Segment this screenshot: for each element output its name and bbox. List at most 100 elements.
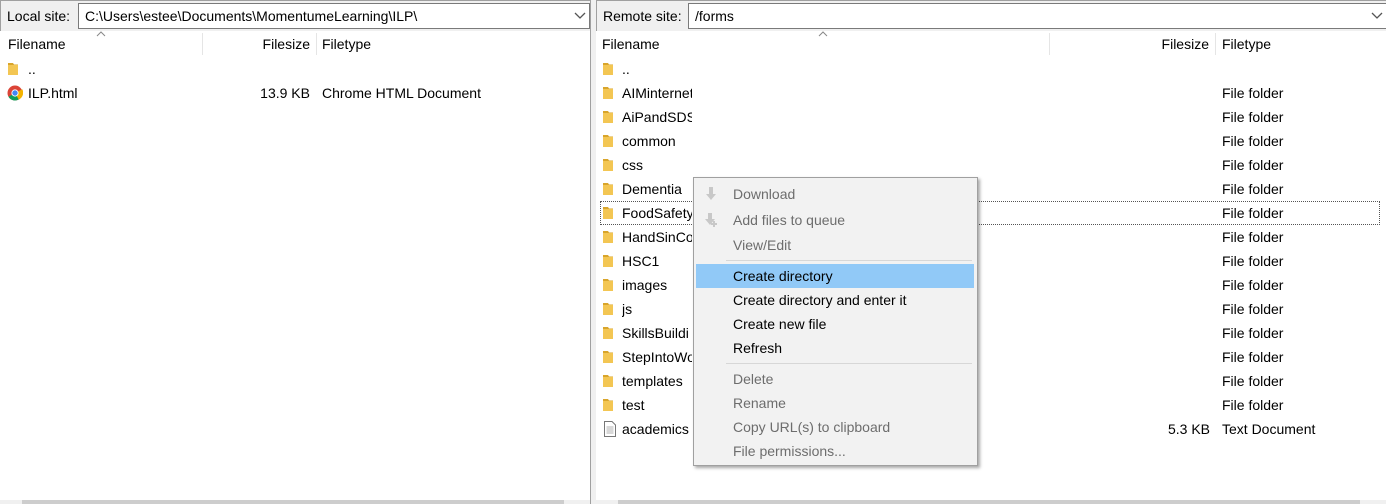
remote-col-filetype[interactable]: Filetype (1216, 31, 1384, 57)
local-horizontal-scrollbar[interactable] (0, 500, 590, 504)
file-size (1050, 105, 1210, 129)
file-size (1050, 81, 1210, 105)
file-size (1050, 321, 1210, 345)
menu-item-download[interactable]: Download (696, 182, 974, 206)
file-size (1050, 249, 1210, 273)
file-name: templates (622, 373, 683, 389)
local-path-text: C:\Users\estee\Documents\MomentumeLearni… (85, 8, 418, 24)
file-size (1050, 201, 1210, 225)
file-name: css (622, 157, 643, 173)
menu-item-create-new-file[interactable]: Create new file (696, 312, 974, 336)
menu-item-copy-url[interactable]: Copy URL(s) to clipboard (696, 415, 974, 439)
folder-icon (602, 229, 618, 245)
remote-col-filename[interactable]: Filename (596, 31, 1049, 57)
folder-icon (602, 373, 618, 389)
file-name: FoodSafety (622, 205, 692, 221)
context-menu: Download Add files to queue View/Edit Cr… (693, 177, 978, 466)
file-type: File folder (1222, 325, 1284, 341)
file-size: 5.3 KB (1167, 421, 1210, 437)
file-name: js (622, 301, 633, 317)
chevron-down-icon[interactable] (1368, 4, 1386, 28)
file-name: .. (622, 61, 630, 77)
menu-item-label: Rename (733, 395, 786, 411)
file-type: File folder (1222, 349, 1284, 365)
menu-item-label: View/Edit (733, 237, 792, 253)
local-path-combo[interactable]: C:\Users\estee\Documents\MomentumeLearni… (78, 3, 590, 29)
remote-site-label: Remote site: (603, 8, 682, 24)
file-type (1222, 57, 1382, 81)
local-site-pane: Local site: C:\Users\estee\Documents\Mom… (0, 0, 590, 504)
file-type: File folder (1222, 109, 1284, 125)
file-name: test (622, 397, 645, 413)
text-file-icon (602, 421, 618, 437)
file-name: Dementia (622, 181, 682, 197)
remote-col-filesize[interactable]: Filesize (1050, 31, 1215, 57)
file-type: File folder (1222, 85, 1284, 101)
remote-path-combo[interactable]: /forms (688, 3, 1386, 29)
folder-icon (602, 397, 618, 413)
file-name: AiPandSDS (622, 109, 692, 125)
folder-icon (602, 109, 618, 125)
scrollbar-thumb[interactable] (618, 500, 1360, 504)
download-arrow-icon (706, 187, 716, 200)
menu-item-delete[interactable]: Delete (696, 367, 974, 391)
file-name: StepIntoWo (622, 349, 692, 365)
menu-item-label: Add files to queue (733, 212, 846, 228)
local-col-filename[interactable]: Filename (0, 31, 202, 57)
chrome-icon (7, 85, 24, 101)
file-size (1050, 57, 1210, 81)
file-type: File folder (1222, 157, 1284, 173)
menu-item-label: Delete (733, 371, 774, 387)
file-type: File folder (1222, 133, 1284, 149)
file-name: HandSinCo (622, 229, 692, 245)
file-size (1050, 393, 1210, 417)
menu-item-label: Create directory and enter it (733, 292, 907, 308)
file-size (1050, 153, 1210, 177)
folder-icon (602, 85, 618, 101)
menu-item-label: Create new file (733, 316, 827, 332)
chevron-down-icon[interactable] (571, 4, 589, 28)
menu-item-label: File permissions... (733, 443, 846, 459)
menu-item-add-to-queue[interactable]: Add files to queue (696, 208, 974, 232)
menu-item-label: Copy URL(s) to clipboard (733, 419, 891, 435)
table-row[interactable]: .. (0, 57, 590, 81)
file-type: File folder (1222, 397, 1284, 413)
local-col-filesize[interactable]: Filesize (203, 31, 316, 57)
table-row[interactable]: .. (596, 57, 1386, 81)
menu-item-create-directory[interactable]: Create directory (696, 264, 974, 288)
file-size (1050, 297, 1210, 321)
file-type: Chrome HTML Document (322, 85, 481, 101)
table-row[interactable]: common File folder (596, 129, 1386, 153)
menu-item-create-directory-and-enter[interactable]: Create directory and enter it (696, 288, 974, 312)
table-row[interactable]: ILP.html 13.9 KB Chrome HTML Document (0, 81, 590, 105)
file-type (322, 57, 587, 81)
remote-col-filename-label: Filename (602, 36, 660, 52)
folder-icon (602, 205, 618, 221)
sort-ascending-icon (96, 31, 106, 37)
menu-item-view-edit[interactable]: View/Edit (696, 233, 974, 257)
folder-icon (602, 277, 618, 293)
table-row[interactable]: css File folder (596, 153, 1386, 177)
table-row[interactable]: AiPandSDS File folder (596, 105, 1386, 129)
menu-item-label: Download (733, 186, 796, 202)
scrollbar-thumb[interactable] (22, 500, 564, 504)
menu-item-label: Refresh (733, 340, 783, 356)
file-size (1050, 369, 1210, 393)
file-type: File folder (1222, 181, 1284, 197)
local-file-list[interactable]: Filename Filesize Filetype .. ILP.html 13.… (0, 31, 590, 504)
add-to-queue-icon (705, 213, 717, 227)
remote-horizontal-scrollbar[interactable] (596, 500, 1386, 504)
folder-icon (602, 301, 618, 317)
file-size (1050, 177, 1210, 201)
folder-icon (602, 253, 618, 269)
menu-item-file-permissions[interactable]: File permissions... (696, 439, 974, 463)
file-type: File folder (1222, 205, 1284, 221)
table-row[interactable]: AIMinternetsecurity File folder (596, 81, 1386, 105)
file-type: File folder (1222, 373, 1284, 389)
menu-item-refresh[interactable]: Refresh (696, 336, 974, 360)
menu-item-rename[interactable]: Rename (696, 391, 974, 415)
file-size (203, 57, 310, 81)
local-col-filetype[interactable]: Filetype (317, 31, 587, 57)
folder-icon (7, 61, 23, 77)
file-name: ILP.html (28, 85, 78, 101)
